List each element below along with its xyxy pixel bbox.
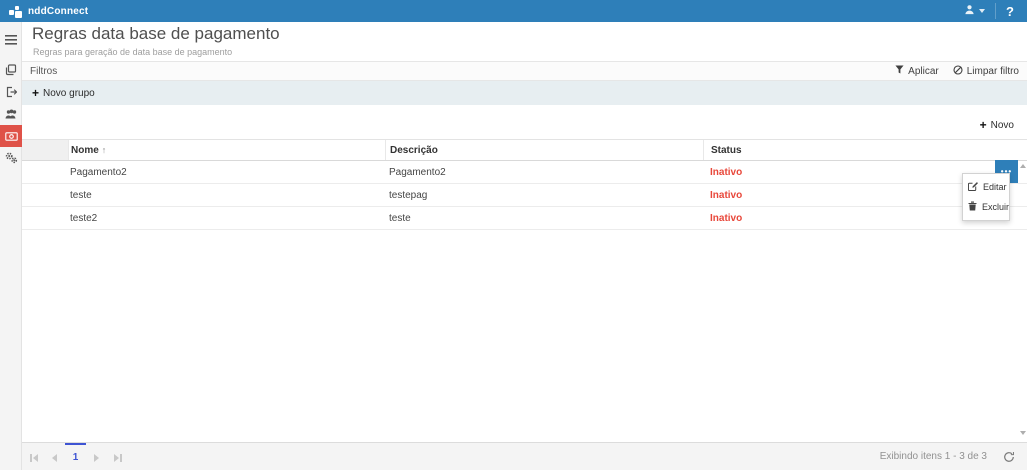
- column-header-nome[interactable]: Nome ↑: [68, 140, 385, 160]
- pagination-footer: 1 Exibindo itens 1 - 3 de 3: [22, 442, 1027, 470]
- sidebar: [0, 22, 22, 470]
- filters-bar: Filtros Aplicar Limpar filtro: [22, 61, 1027, 81]
- edit-icon: [968, 181, 978, 193]
- rules-table: Nome ↑ Descrição Status Pagamento2 Pagam…: [22, 139, 1027, 230]
- cell-descricao: Pagamento2: [385, 161, 703, 183]
- items-summary: Exibindo itens 1 - 3 de 3: [880, 451, 987, 462]
- filters-label: Filtros: [30, 66, 57, 77]
- page-number-button[interactable]: 1: [65, 443, 86, 470]
- user-icon: [964, 2, 975, 20]
- circle-slash-icon: [953, 65, 963, 78]
- new-group-button[interactable]: + Novo grupo: [32, 87, 95, 99]
- context-menu-edit[interactable]: Editar: [963, 177, 1009, 197]
- money-icon: [5, 132, 18, 141]
- next-page-button[interactable]: [86, 443, 107, 470]
- table-toolbar: + Novo: [22, 105, 1027, 139]
- previous-page-button[interactable]: [44, 443, 65, 470]
- topbar-actions: ?: [954, 0, 1018, 22]
- page-title: Regras data base de pagamento: [32, 24, 280, 44]
- column-header-status[interactable]: Status: [703, 140, 1027, 160]
- table-row[interactable]: teste2 teste Inativo: [22, 207, 1027, 230]
- context-menu-label: Excluir: [982, 202, 1009, 212]
- hamburger-icon: [5, 35, 17, 45]
- sidebar-item-users[interactable]: [0, 103, 22, 125]
- page-subtitle: Regras para geração de data base de paga…: [33, 47, 232, 57]
- help-button[interactable]: ?: [995, 3, 1018, 19]
- new-group-bar: + Novo grupo: [22, 81, 1027, 105]
- column-header-label: Descrição: [390, 145, 438, 156]
- logout-icon: [5, 86, 17, 98]
- row-context-menu: Editar Excluir: [962, 173, 1010, 221]
- pages-icon: [5, 64, 17, 76]
- table-header-row: Nome ↑ Descrição Status: [22, 139, 1027, 161]
- pager: 1: [23, 443, 128, 470]
- cell-nome: teste: [68, 184, 385, 206]
- context-menu-delete[interactable]: Excluir: [963, 197, 1009, 217]
- cell-descricao: teste: [385, 207, 703, 229]
- footer-right: Exibindo itens 1 - 3 de 3: [880, 443, 1015, 470]
- gears-icon: [5, 152, 18, 164]
- user-menu-button[interactable]: [954, 0, 995, 22]
- trash-icon: [968, 201, 977, 213]
- scrollbar-down-arrow[interactable]: [1019, 429, 1026, 437]
- main-content: Regras data base de pagamento Regras par…: [22, 22, 1027, 470]
- cell-nome: Pagamento2: [68, 161, 385, 183]
- table-header-spacer: [22, 140, 68, 160]
- new-button[interactable]: + Novo: [980, 119, 1014, 131]
- sidebar-item-documents[interactable]: [0, 59, 22, 81]
- filter-actions: Aplicar Limpar filtro: [895, 65, 1019, 78]
- users-icon: [5, 109, 18, 120]
- column-header-label: Nome: [71, 145, 99, 156]
- topbar: nddConnect ?: [0, 0, 1027, 22]
- context-menu-label: Editar: [983, 182, 1007, 192]
- clear-filter-label: Limpar filtro: [967, 66, 1019, 77]
- plus-icon: +: [980, 119, 987, 131]
- scrollbar-up-arrow[interactable]: [1019, 162, 1026, 170]
- new-group-label: Novo grupo: [43, 88, 95, 99]
- table-row[interactable]: Pagamento2 Pagamento2 Inativo: [22, 161, 1027, 184]
- cell-nome: teste2: [68, 207, 385, 229]
- column-header-descricao[interactable]: Descrição: [385, 140, 703, 160]
- sidebar-item-payment-rules[interactable]: [0, 125, 22, 147]
- plus-icon: +: [32, 87, 39, 99]
- brand[interactable]: nddConnect: [9, 5, 88, 18]
- chevron-down-icon: [979, 9, 985, 13]
- apply-filter-label: Aplicar: [908, 66, 939, 77]
- column-header-label: Status: [711, 145, 742, 156]
- funnel-icon: [895, 65, 904, 77]
- sidebar-menu-toggle[interactable]: [0, 29, 22, 51]
- brand-name: nddConnect: [28, 6, 88, 17]
- last-page-button[interactable]: [107, 443, 128, 470]
- clear-filter-button[interactable]: Limpar filtro: [953, 65, 1019, 78]
- ndd-logo-icon: [9, 5, 23, 18]
- first-page-button[interactable]: [23, 443, 44, 470]
- new-button-label: Novo: [991, 120, 1014, 131]
- sidebar-item-settings[interactable]: [0, 147, 22, 169]
- cell-descricao: testepag: [385, 184, 703, 206]
- sidebar-item-exit[interactable]: [0, 81, 22, 103]
- refresh-button[interactable]: [1003, 451, 1015, 463]
- sort-ascending-icon: ↑: [102, 145, 107, 155]
- table-row[interactable]: teste testepag Inativo: [22, 184, 1027, 207]
- apply-filter-button[interactable]: Aplicar: [895, 65, 939, 77]
